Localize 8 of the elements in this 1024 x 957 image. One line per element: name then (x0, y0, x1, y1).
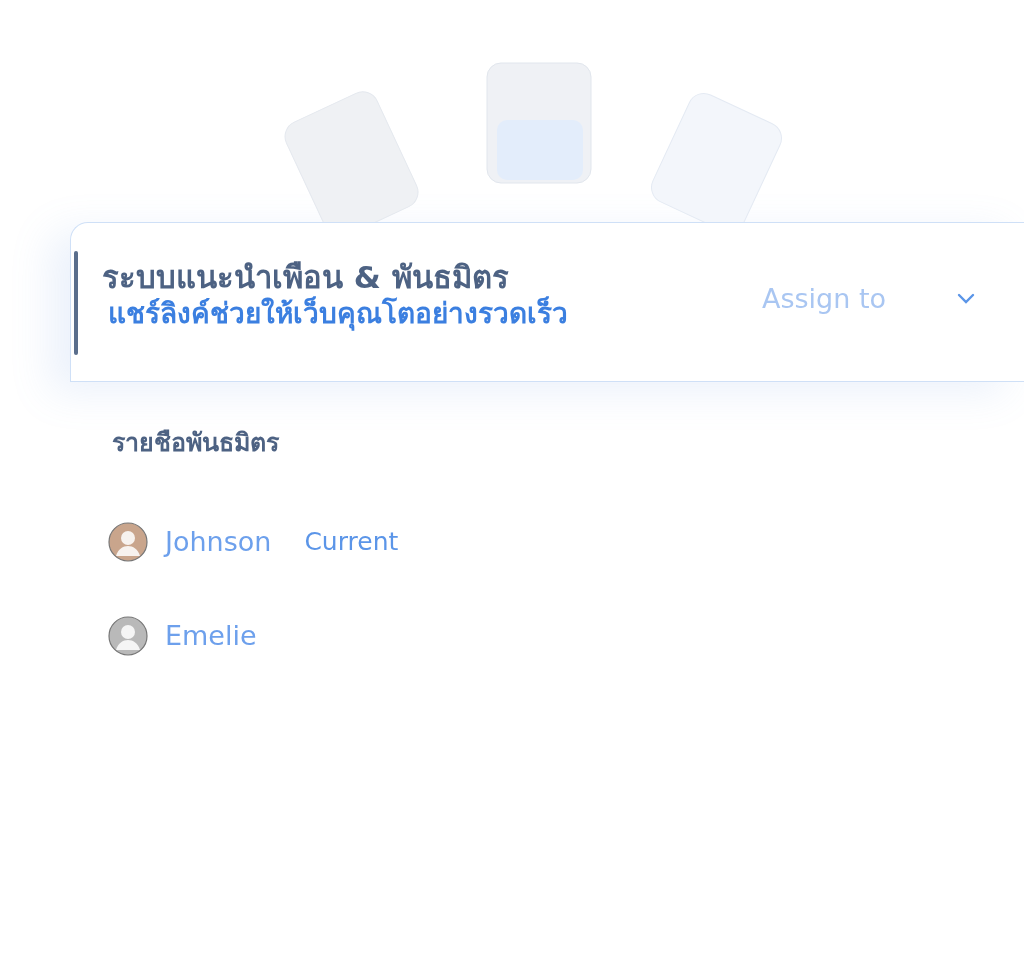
assign-dropdown[interactable]: Assign to (761, 279, 976, 320)
member-name: Johnson (165, 524, 272, 559)
member-name: Emelie (165, 619, 257, 653)
header-subtitle: แชร์ลิงค์ช่วยให้เว็บคุณโตอย่างรวดเร็ว (108, 296, 568, 333)
list-title: รายชือพันธมิตร (112, 427, 280, 459)
current-label: Current (304, 526, 399, 558)
chevron-down-icon (956, 293, 976, 306)
header-title: ระบบแนะนำเพือน & พันธมิตร (102, 259, 510, 296)
